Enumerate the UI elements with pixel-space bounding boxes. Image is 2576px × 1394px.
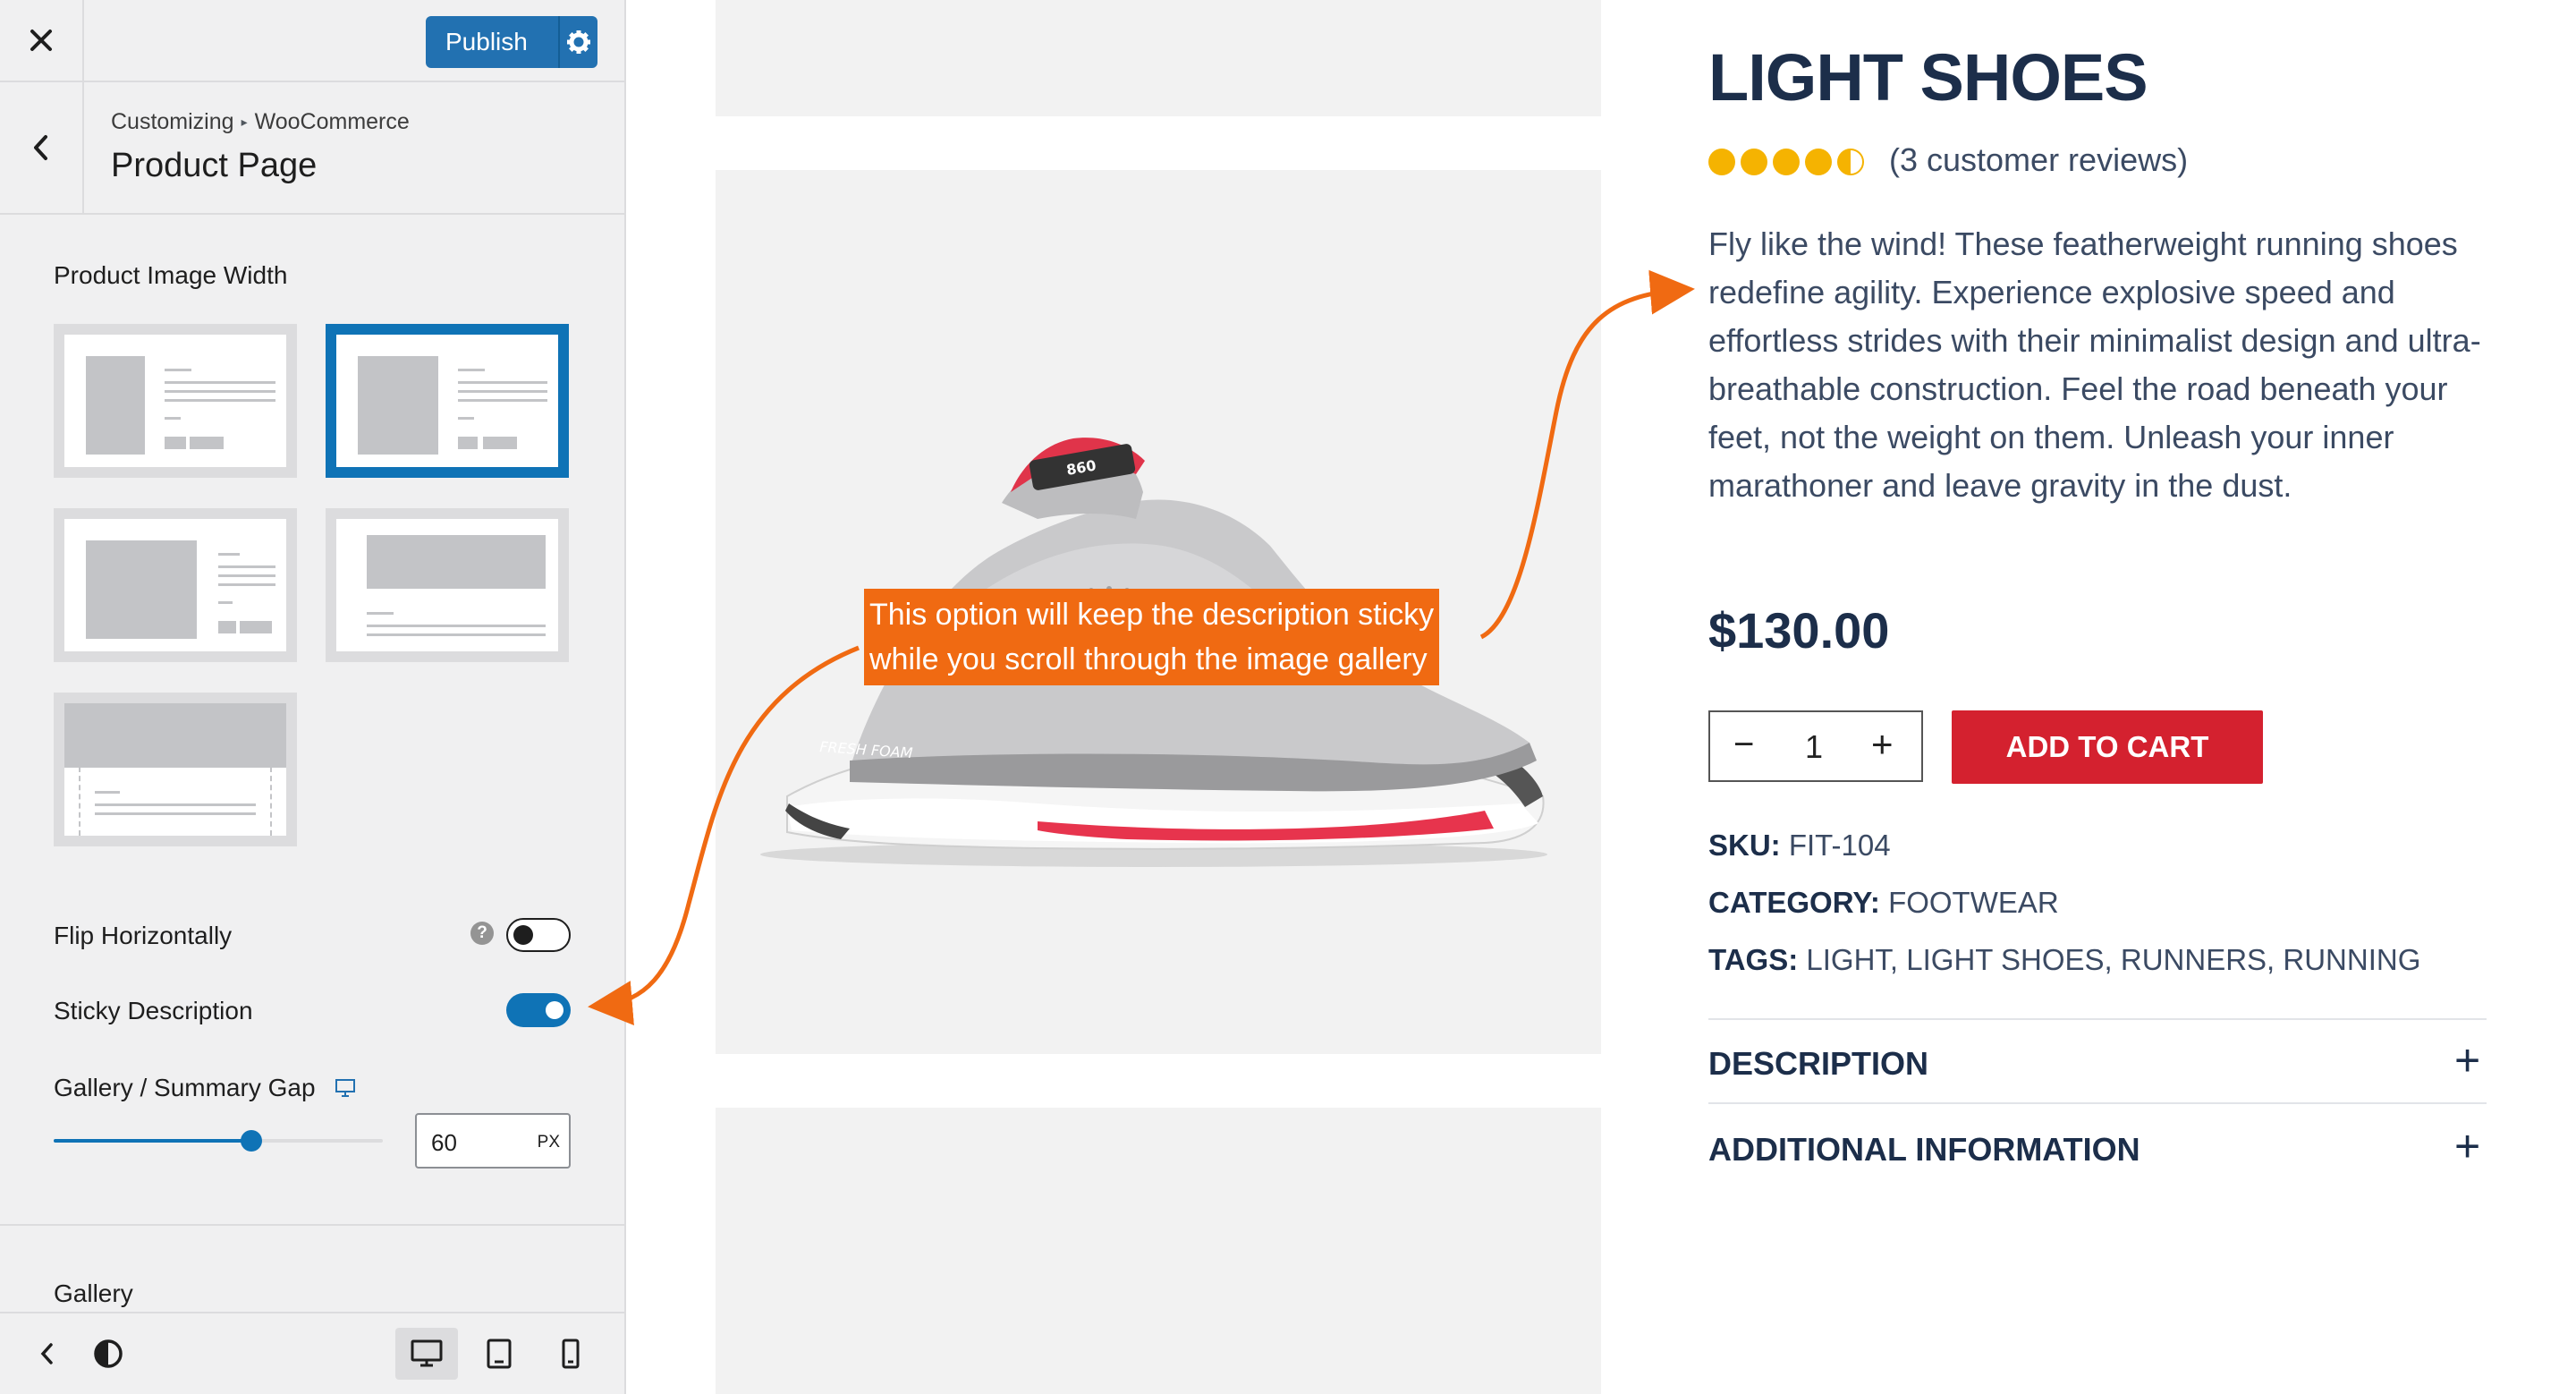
annotation-callout: This option will keep the description st… (864, 589, 1440, 685)
callout-line-2: while you scroll through the image galle… (869, 642, 1428, 676)
arrow-to-description (1479, 269, 1695, 640)
annotation-arrows (588, 269, 1695, 1025)
arrow-to-sticky-toggle (588, 645, 860, 1025)
callout-line-1: This option will keep the description st… (869, 598, 1435, 632)
